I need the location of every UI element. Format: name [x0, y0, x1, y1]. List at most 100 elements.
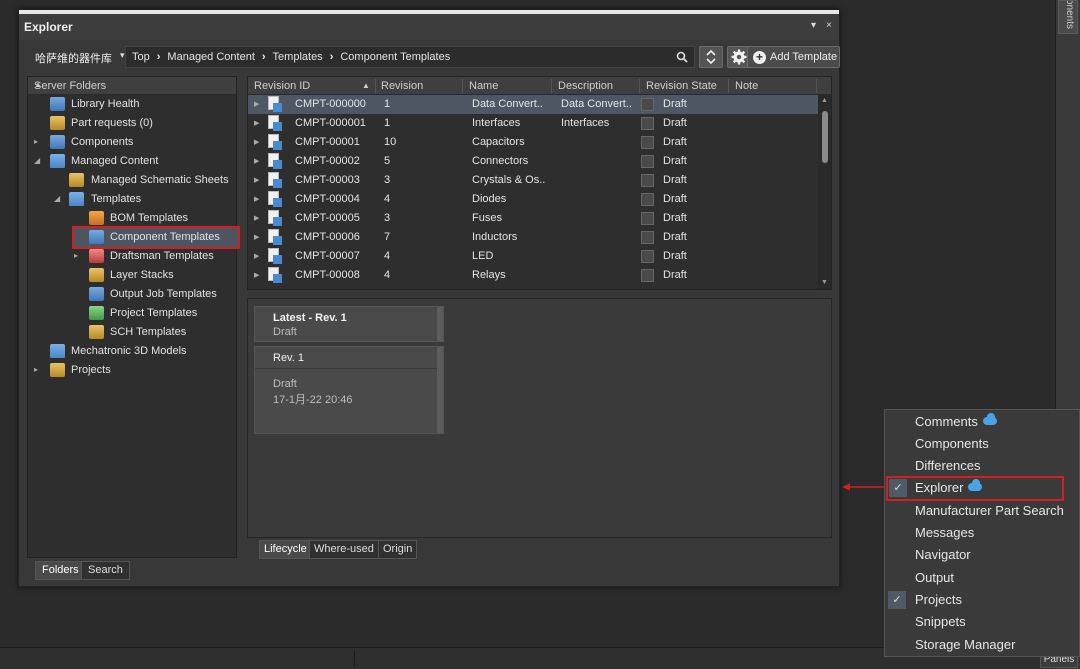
tree-item-label: Project Templates — [110, 307, 198, 319]
layer-stack-icon — [89, 268, 104, 282]
pin-dropdown-icon[interactable]: ▾ — [811, 20, 816, 31]
row-expand-icon[interactable]: ▶ — [254, 119, 259, 127]
grid-header: Revision ID ▲ Revision Name Description … — [248, 77, 831, 95]
scroll-down-icon[interactable]: ▼ — [821, 279, 828, 286]
tree-item-output-job-templates[interactable]: Output Job Templates — [28, 285, 234, 304]
menu-item-snippets[interactable]: Snippets — [885, 611, 1080, 633]
tab-origin[interactable]: Origin — [378, 540, 418, 559]
tree-item-component-templates[interactable]: Component Templates — [72, 226, 240, 249]
row-expand-icon[interactable]: ▶ — [254, 195, 259, 203]
column-revision[interactable]: Revision — [381, 80, 423, 92]
components-icon — [50, 135, 65, 149]
table-row[interactable]: ▶ CMPT-000001 1 Interfaces Interfaces Draft — [248, 114, 818, 133]
tab-where-used[interactable]: Where-used — [309, 540, 379, 559]
row-expand-icon[interactable]: ▶ — [254, 100, 259, 108]
tab-folders[interactable]: Folders — [35, 561, 86, 580]
revision-1-card[interactable]: Rev. 1 Draft 17-1月-22 20:46 — [254, 346, 444, 434]
tree-item-managed-schematic-sheets[interactable]: Managed Schematic Sheets — [28, 171, 234, 190]
menu-item-storage-manager[interactable]: Storage Manager — [885, 634, 1080, 656]
tree-item-layer-stacks[interactable]: Layer Stacks — [28, 266, 234, 285]
cell-revision-id: CMPT-00007 — [295, 250, 360, 262]
table-row[interactable]: ▶ CMPT-00006 7 Inductors Draft — [248, 228, 818, 247]
card-edge — [437, 307, 443, 341]
components-panel-tab[interactable]: onents — [1058, 0, 1078, 34]
tree-item-templates[interactable]: ◢ Templates — [28, 190, 234, 209]
breadcrumb-managed-content[interactable]: Managed Content — [167, 51, 254, 63]
collapse-up-icon[interactable]: ▲ — [34, 80, 230, 89]
row-expand-icon[interactable]: ▶ — [254, 252, 259, 260]
column-description[interactable]: Description — [558, 80, 613, 92]
tree-item-components[interactable]: ▸ Components — [28, 133, 234, 152]
menu-item-projects[interactable]: ✓ Projects — [885, 589, 1080, 611]
scroll-up-icon[interactable]: ▲ — [821, 97, 828, 104]
refresh-button[interactable] — [699, 46, 723, 68]
breadcrumb-separator: › — [329, 51, 334, 63]
menu-item-output[interactable]: Output — [885, 567, 1080, 589]
revision-1-state: Draft — [273, 378, 297, 390]
menu-item-components[interactable]: Components — [885, 433, 1080, 455]
tab-lifecycle[interactable]: Lifecycle — [259, 540, 312, 559]
row-expand-icon[interactable]: ▶ — [254, 233, 259, 241]
tree-item-label: Draftsman Templates — [110, 250, 214, 262]
tree-item-bom-templates[interactable]: BOM Templates — [28, 209, 234, 228]
table-row[interactable]: ▶ CMPT-000000 1 Data Convert.. Data Convert.… — [248, 95, 818, 114]
tree-item-sch-templates[interactable]: SCH Templates — [28, 323, 234, 342]
row-expand-icon[interactable]: ▶ — [254, 271, 259, 279]
sort-ascending-icon[interactable]: ▲ — [362, 81, 370, 90]
latest-revision-card[interactable]: Latest - Rev. 1 Draft — [254, 306, 444, 342]
tree-item-library-health[interactable]: Library Health — [28, 95, 234, 114]
tree-item-managed-content[interactable]: ◢ Managed Content — [28, 152, 234, 171]
bom-icon — [89, 211, 104, 225]
menu-item-navigator[interactable]: Navigator — [885, 544, 1080, 566]
column-note[interactable]: Note — [735, 80, 758, 92]
component-template-doc-icon — [268, 96, 282, 113]
menu-item-comments[interactable]: Comments — [885, 411, 1080, 433]
cell-name: Capacitors — [472, 136, 525, 148]
breadcrumb-component-templates[interactable]: Component Templates — [340, 51, 450, 63]
projects-icon — [50, 363, 65, 377]
cell-revision: 5 — [384, 155, 391, 167]
add-template-button[interactable]: + Add Template — [747, 46, 840, 68]
search-icon[interactable] — [676, 51, 688, 63]
collapse-icon[interactable]: ◢ — [54, 194, 60, 203]
breadcrumb-templates[interactable]: Templates — [273, 51, 323, 63]
row-expand-icon[interactable]: ▶ — [254, 157, 259, 165]
menu-item-explorer[interactable]: ✓ Explorer — [886, 476, 1064, 501]
table-row[interactable]: ▶ CMPT-00007 4 LED Draft — [248, 247, 818, 266]
table-row[interactable]: ▶ CMPT-00005 3 Fuses Draft — [248, 209, 818, 228]
menu-item-differences[interactable]: Differences — [885, 455, 1080, 477]
breadcrumb: Top › Managed Content › Templates › Component … — [125, 46, 695, 68]
tree-item-mechatronic-3d-models[interactable]: Mechatronic 3D Models — [28, 342, 234, 361]
collapse-icon[interactable]: ◢ — [34, 156, 40, 165]
row-expand-icon[interactable]: ▶ — [254, 138, 259, 146]
expand-icon[interactable]: ▸ — [74, 251, 78, 260]
expand-icon[interactable]: ▸ — [34, 137, 38, 146]
tree-item-draftsman-templates[interactable]: ▸ Draftsman Templates — [28, 247, 234, 266]
row-expand-icon[interactable]: ▶ — [254, 176, 259, 184]
tree-item-part-requests[interactable]: Part requests (0) — [28, 114, 234, 133]
scrollbar-thumb[interactable] — [822, 111, 828, 163]
row-expand-icon[interactable]: ▶ — [254, 214, 259, 222]
breadcrumb-top[interactable]: Top — [132, 51, 150, 63]
column-name[interactable]: Name — [469, 80, 498, 92]
tab-search[interactable]: Search — [81, 561, 130, 580]
expand-icon[interactable]: ▸ — [34, 365, 38, 374]
library-selector[interactable]: 哈萨维的器件库 — [35, 50, 112, 66]
tree-item-projects[interactable]: ▸ Projects — [28, 361, 234, 380]
table-row[interactable]: ▶ CMPT-00001 10 Capacitors Draft — [248, 133, 818, 152]
menu-item-messages[interactable]: Messages — [885, 522, 1080, 544]
close-icon[interactable]: × — [826, 20, 832, 31]
column-revision-id[interactable]: Revision ID — [254, 80, 310, 92]
table-row[interactable]: ▶ CMPT-00002 5 Connectors Draft — [248, 152, 818, 171]
component-template-doc-icon — [268, 191, 282, 208]
tree-item-project-templates[interactable]: Project Templates — [28, 304, 234, 323]
library-caret-icon[interactable]: ▾ — [120, 50, 125, 61]
cell-revision-id: CMPT-000001 — [295, 117, 366, 129]
table-row[interactable]: ▶ CMPT-00004 4 Diodes Draft — [248, 190, 818, 209]
revision-1-title: Rev. 1 — [273, 352, 304, 364]
table-row[interactable]: ▶ CMPT-00003 3 Crystals & Os.. Draft — [248, 171, 818, 190]
grid-scrollbar[interactable]: ▲ ▼ — [818, 95, 831, 289]
column-revision-state[interactable]: Revision State — [646, 80, 717, 92]
menu-item-manufacturer-part-search[interactable]: Manufacturer Part Search — [885, 500, 1080, 522]
table-row[interactable]: ▶ CMPT-00008 4 Relays Draft — [248, 266, 818, 285]
